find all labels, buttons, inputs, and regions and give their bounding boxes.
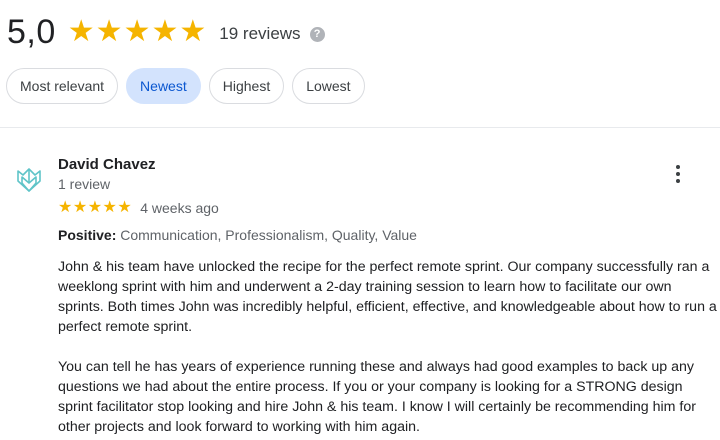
review-body: John & his team have unlocked the recipe… [58,257,718,440]
star-icon: ★ [72,199,88,216]
help-circle-icon[interactable]: ? [309,26,325,42]
star-icon: ★ [117,199,132,216]
star-icon: ★ [151,15,179,48]
positive-values: Communication, Professionalism, Quality,… [120,227,417,243]
review-rating-row: ★ ★ ★ ★ ★ 4 weeks ago [58,200,219,217]
review-date: 4 weeks ago [140,200,219,216]
review-author-name[interactable]: David Chavez [58,156,156,173]
review-count: 19 reviews [219,24,301,43]
star-icon: ★ [179,15,207,48]
star-icon: ★ [87,199,103,216]
avatar-logo-icon [17,168,41,192]
star-icon: ★ [58,199,73,216]
sort-chip-most-relevant[interactable]: Most relevant [6,68,119,104]
average-rating-stars: ★ ★ ★ ★ ★ [68,17,208,47]
star-icon: ★ [95,15,123,48]
review-author-meta: 1 review [58,176,111,192]
dot [676,172,680,176]
avatar[interactable] [13,163,45,195]
review-stars: ★ ★ ★ ★ ★ [58,200,132,216]
review-paragraph: You can tell he has years of experience … [58,359,696,435]
sort-chip-highest[interactable]: Highest [208,68,285,104]
dot [676,179,680,183]
more-vertical-icon[interactable] [668,162,688,186]
review-paragraph: John & his team have unlocked the recipe… [58,259,717,335]
divider [0,127,720,128]
positive-label: Positive: [58,227,117,243]
sort-chip-lowest[interactable]: Lowest [292,68,365,104]
dot [676,165,680,169]
sort-chips: Most relevant Newest Highest Lowest [6,68,365,104]
sort-chip-newest[interactable]: Newest [126,68,201,104]
review-positive-attributes: Positive: Communication, Professionalism… [58,227,417,243]
star-icon: ★ [123,15,151,48]
rating-summary: 5,0 ★ ★ ★ ★ ★ 19 reviews ? [7,10,325,54]
star-icon: ★ [67,15,95,48]
average-rating: 5,0 [7,12,56,51]
star-icon: ★ [102,199,117,216]
